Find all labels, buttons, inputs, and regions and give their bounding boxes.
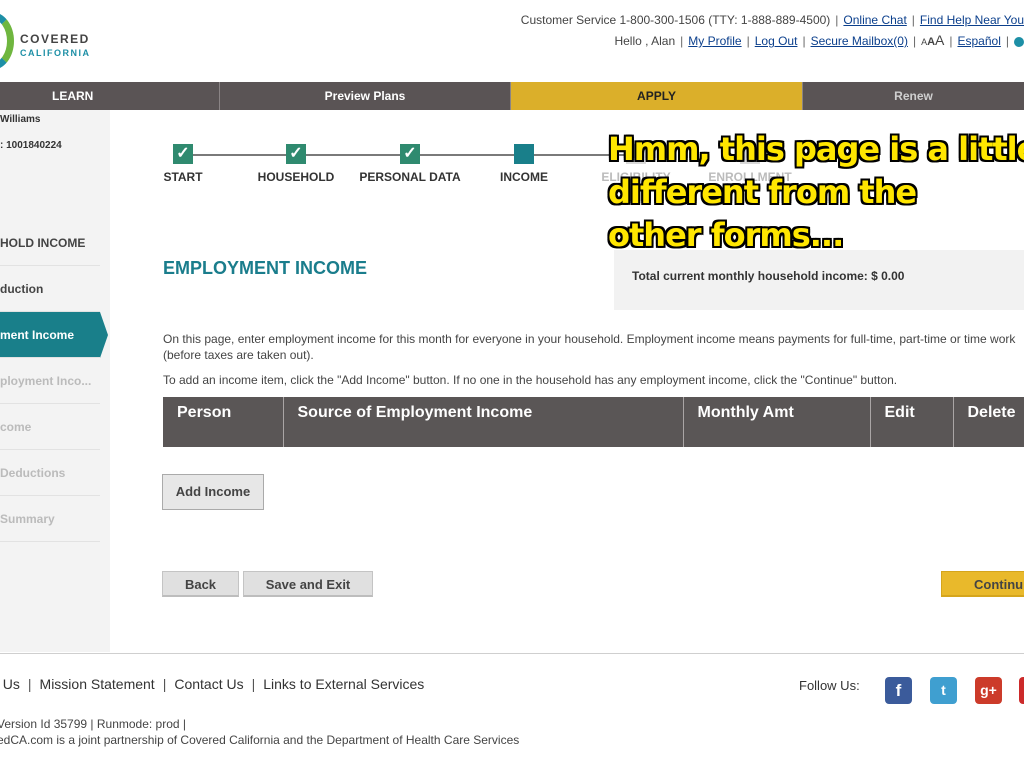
- my-profile-link[interactable]: My Profile: [688, 34, 741, 48]
- step-start: ✓ START: [160, 144, 206, 184]
- find-help-link[interactable]: Find Help Near You: [920, 13, 1024, 27]
- footer-divider: [0, 653, 1024, 654]
- column-header-source: Source of Employment Income: [283, 397, 684, 447]
- footer-link-mission[interactable]: Mission Statement: [40, 676, 155, 692]
- globe-icon[interactable]: [1014, 36, 1024, 47]
- sidebar-item-introduction[interactable]: duction: [0, 266, 100, 312]
- sidebar-item-summary: Summary: [0, 496, 100, 542]
- applicant-name: Williams: [0, 114, 41, 125]
- case-id: : 1001840224: [0, 140, 62, 151]
- footer-link-contact[interactable]: Contact Us: [174, 676, 243, 692]
- total-income-text: Total current monthly household income: …: [632, 269, 905, 283]
- step-label: HOUSEHOLD: [257, 170, 335, 184]
- table-header-row: Person Source of Employment Income Month…: [163, 397, 1024, 447]
- current-step-marker: [514, 144, 534, 164]
- sidebar-item-employment-income[interactable]: ment Income: [0, 312, 108, 358]
- sidebar: Williams : 1001840224 HOLD INCOME ductio…: [0, 110, 110, 652]
- sidebar-item-self-employment-income: ployment Inco...: [0, 358, 100, 404]
- check-icon: ✓: [286, 144, 306, 164]
- logo-mark-icon: [0, 12, 14, 70]
- sidebar-menu: HOLD INCOME duction ment Income ployment…: [0, 220, 108, 542]
- google-plus-icon[interactable]: g+: [975, 677, 1002, 704]
- log-out-link[interactable]: Log Out: [755, 34, 798, 48]
- check-icon: ✓: [173, 144, 193, 164]
- step-label: INCOME: [500, 170, 548, 184]
- footer-links: t Us|Mission Statement|Contact Us|Links …: [0, 676, 424, 692]
- font-size-large[interactable]: A: [935, 32, 944, 48]
- customer-service-text: Customer Service 1-800-300-1506 (TTY: 1-…: [520, 13, 831, 27]
- follow-us-label: Follow Us:: [799, 678, 860, 693]
- step-label: PERSONAL DATA: [359, 170, 461, 184]
- column-header-delete: Delete: [967, 404, 1016, 421]
- font-size-control[interactable]: AAA: [921, 32, 944, 48]
- nav-preview-plans[interactable]: Preview Plans: [220, 82, 511, 110]
- utility-bar: Customer Service 1-800-300-1506 (TTY: 1-…: [520, 13, 1024, 48]
- covered-california-logo[interactable]: COVERED CALIFORNIA: [0, 6, 110, 76]
- sidebar-section-household-income[interactable]: HOLD INCOME: [0, 220, 100, 266]
- nav-renew[interactable]: Renew: [803, 82, 1024, 110]
- twitter-icon[interactable]: t: [930, 677, 957, 704]
- add-income-button[interactable]: Add Income: [162, 474, 264, 510]
- nav-apply[interactable]: APPLY: [511, 82, 803, 110]
- page-title: EMPLOYMENT INCOME: [163, 258, 368, 278]
- sidebar-item-other-income: come: [0, 404, 100, 450]
- sidebar-item-deductions: Deductions: [0, 450, 100, 496]
- footer-link-about[interactable]: t Us: [0, 676, 20, 692]
- step-income: INCOME: [496, 144, 552, 184]
- font-size-medium[interactable]: A: [927, 36, 935, 48]
- instructions-text: To add an income item, click the "Add In…: [163, 373, 898, 387]
- step-personal-data: ✓ PERSONAL DATA: [355, 144, 465, 184]
- step-label: START: [163, 170, 203, 184]
- back-button[interactable]: Back: [162, 571, 239, 597]
- column-header-edit: Edit: [870, 397, 954, 447]
- income-table: Person Source of Employment Income Month…: [163, 397, 1024, 447]
- footer-link-external[interactable]: Links to External Services: [263, 676, 424, 692]
- facebook-icon[interactable]: f: [885, 677, 912, 704]
- logo-text-line1: COVERED: [20, 32, 90, 46]
- nav-learn[interactable]: LEARN: [0, 82, 220, 110]
- partnership-text: edCA.com is a joint partnership of Cover…: [0, 733, 520, 747]
- espanol-link[interactable]: Español: [958, 34, 1001, 48]
- column-header-person: Person: [163, 397, 284, 447]
- step-household: ✓ HOUSEHOLD: [255, 144, 337, 184]
- online-chat-link[interactable]: Online Chat: [843, 13, 906, 27]
- version-text: Version Id 35799 | Runmode: prod |: [0, 717, 187, 731]
- main-nav: LEARN Preview Plans APPLY Renew: [0, 82, 1024, 110]
- annotation-caption: Hmm, this page is a little different fro…: [608, 130, 1024, 254]
- save-and-exit-button[interactable]: Save and Exit: [243, 571, 373, 597]
- greeting-text: Hello , Alan: [614, 34, 676, 48]
- continue-button[interactable]: Continu: [941, 571, 1024, 597]
- check-icon: ✓: [400, 144, 420, 164]
- total-income-panel: Total current monthly household income: …: [614, 250, 1024, 310]
- secure-mailbox-link[interactable]: Secure Mailbox(0): [811, 34, 908, 48]
- youtube-icon[interactable]: [1019, 677, 1024, 704]
- column-header-monthly-amount: Monthly Amt: [683, 397, 871, 447]
- logo-text-line2: CALIFORNIA: [20, 48, 91, 58]
- intro-text: On this page, enter employment income fo…: [163, 332, 1016, 362]
